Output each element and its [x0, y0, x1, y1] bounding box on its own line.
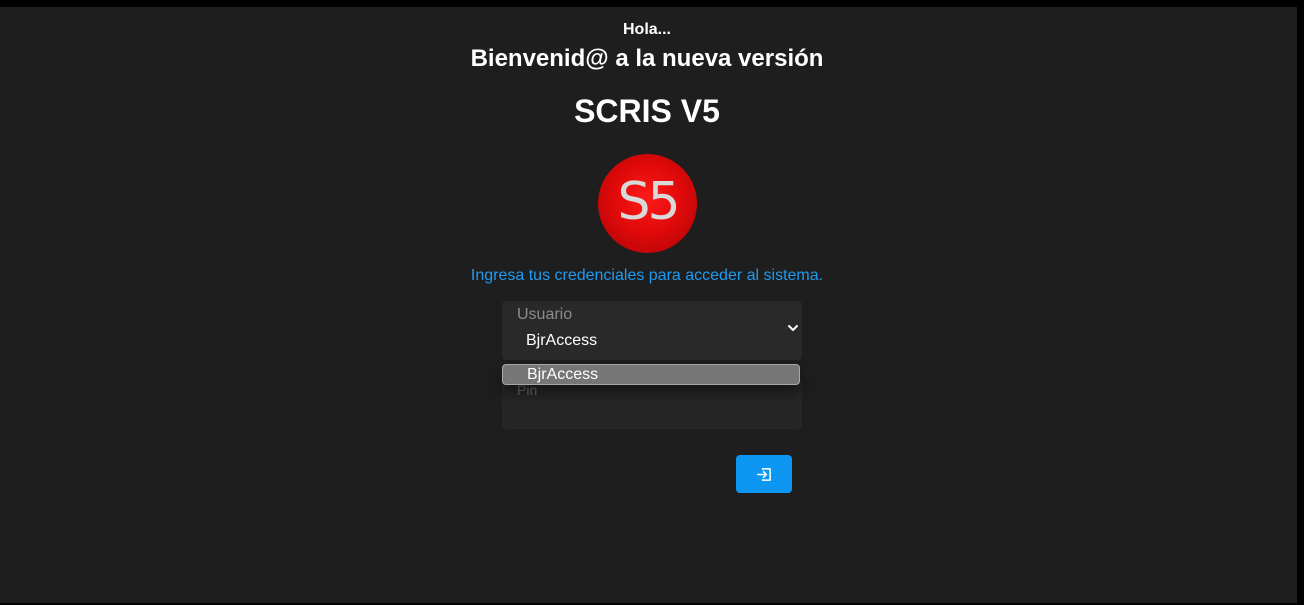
- login-icon: [757, 468, 771, 481]
- greeting-text: Hola...: [622, 21, 671, 38]
- pin-field[interactable]: Pin: [502, 379, 802, 429]
- login-screen: Hola... Bienvenid@ a la nueva versión SC…: [0, 7, 1297, 603]
- product-title: SCRIS V5: [574, 93, 720, 129]
- chevron-down-icon[interactable]: [786, 321, 800, 335]
- welcome-heading: Bienvenid@ a la nueva versión: [470, 45, 824, 72]
- s5-logo: S5: [598, 154, 697, 253]
- dropdown-option-bjraccess[interactable]: BjrAccess: [527, 365, 598, 384]
- user-field-label: Usuario: [517, 306, 573, 323]
- user-field-value: BjrAccess: [526, 332, 598, 349]
- user-select[interactable]: Usuario BjrAccess: [502, 301, 802, 360]
- user-dropdown-list[interactable]: BjrAccess: [502, 364, 800, 385]
- credentials-prompt: Ingresa tus credenciales para acceder al…: [470, 267, 824, 284]
- login-button[interactable]: [736, 455, 792, 493]
- logo-text: S5: [617, 172, 680, 232]
